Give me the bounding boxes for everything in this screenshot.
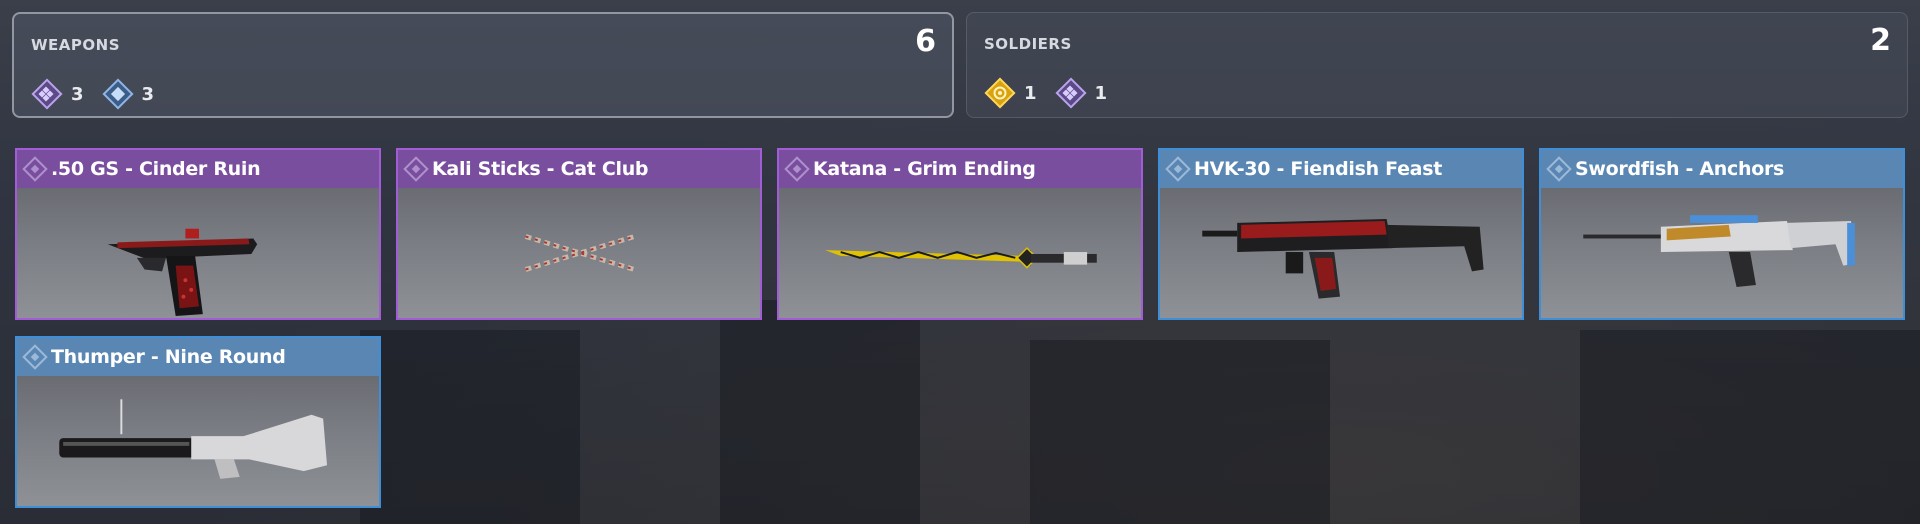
epic-rarity-icon: [1054, 77, 1087, 109]
rifle-image: [1541, 188, 1903, 318]
item-title: .50 GS - Cinder Ruin: [51, 158, 261, 180]
item-title: Kali Sticks - Cat Club: [432, 158, 649, 180]
rare-rarity-icon: [22, 344, 48, 370]
item-card-header: Swordfish - Anchors: [1541, 150, 1903, 188]
item-card-header: Thumper - Nine Round: [17, 338, 379, 376]
item-card-nine-round[interactable]: Thumper - Nine Round: [15, 336, 381, 508]
soldiers-label: SOLDIERS: [984, 35, 1072, 53]
soldiers-epic-count: 1: [1054, 77, 1108, 109]
weapons-epic-count: 3: [31, 78, 84, 110]
epic-rarity-icon: [403, 156, 429, 182]
soldiers-legendary-count: 1: [984, 77, 1037, 109]
item-card-fiendish-feast[interactable]: HVK-30 - Fiendish Feast: [1158, 148, 1524, 320]
item-card-anchors[interactable]: Swordfish - Anchors: [1539, 148, 1905, 320]
item-title: Swordfish - Anchors: [1575, 158, 1785, 180]
rare-rarity-icon: [1546, 156, 1572, 182]
item-title: HVK-30 - Fiendish Feast: [1194, 158, 1442, 180]
soldiers-rarity-breakdown: 1 1: [984, 77, 1115, 109]
weapons-summary-panel[interactable]: WEAPONS 6 3 3: [12, 12, 954, 118]
epic-rarity-icon: [22, 156, 48, 182]
weapons-rarity-breakdown: 3 3: [31, 78, 162, 110]
katana-image: [779, 188, 1141, 318]
item-card-header: .50 GS - Cinder Ruin: [17, 150, 379, 188]
rare-rarity-icon: [1165, 156, 1191, 182]
item-card-grim-ending[interactable]: Katana - Grim Ending: [777, 148, 1143, 320]
kali-sticks-image: [398, 188, 760, 318]
background-building: [1030, 340, 1330, 524]
item-title: Thumper - Nine Round: [51, 346, 286, 368]
soldiers-epic-value: 1: [1094, 82, 1108, 104]
legendary-rarity-icon: [984, 77, 1016, 109]
weapons-epic-value: 3: [71, 83, 84, 105]
weapons-rare-count: 3: [101, 78, 155, 110]
soldiers-summary-panel[interactable]: SOLDIERS 2 1 1: [966, 12, 1908, 118]
weapons-count: 6: [915, 24, 936, 59]
background-building: [360, 330, 580, 524]
item-title: Katana - Grim Ending: [813, 158, 1036, 180]
item-card-header: Katana - Grim Ending: [779, 150, 1141, 188]
epic-rarity-icon: [31, 78, 63, 110]
background-building: [1580, 330, 1920, 524]
pistol-image: [17, 188, 379, 318]
grenade-launcher-image: [17, 376, 379, 506]
item-card-cat-club[interactable]: Kali Sticks - Cat Club: [396, 148, 762, 320]
item-card-cinder-ruin[interactable]: .50 GS - Cinder Ruin: [15, 148, 381, 320]
soldiers-count: 2: [1870, 23, 1891, 58]
rifle-image: [1160, 188, 1522, 318]
rare-rarity-icon: [101, 78, 134, 110]
background-building: [720, 300, 920, 524]
epic-rarity-icon: [784, 156, 810, 182]
item-card-header: HVK-30 - Fiendish Feast: [1160, 150, 1522, 188]
weapons-rare-value: 3: [141, 83, 155, 105]
soldiers-legendary-value: 1: [1024, 82, 1037, 104]
item-card-header: Kali Sticks - Cat Club: [398, 150, 760, 188]
weapons-label: WEAPONS: [31, 36, 121, 54]
